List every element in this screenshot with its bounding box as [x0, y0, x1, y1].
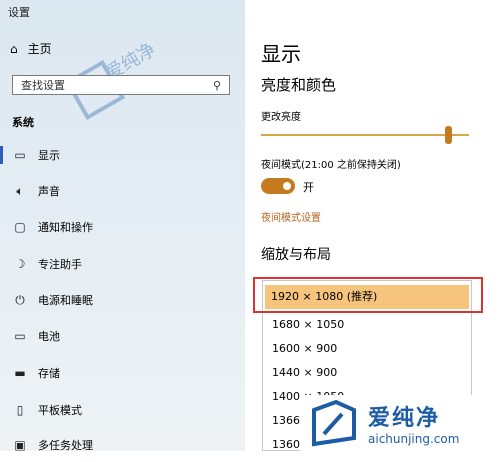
- sidebar-item-focus-assist[interactable]: ☽ 专注助手: [0, 247, 245, 281]
- watermark-logo-icon: [312, 399, 356, 447]
- home-icon: ⌂: [10, 41, 18, 56]
- brightness-slider-thumb[interactable]: [445, 126, 452, 144]
- sidebar-item-label: 电源和睡眠: [38, 294, 93, 307]
- search-icon: ⚲: [212, 78, 221, 92]
- notification-icon: ▢: [14, 220, 26, 234]
- tablet-icon: ▯: [16, 403, 24, 417]
- brightness-slider-track[interactable]: [261, 134, 469, 136]
- search-placeholder: 查找设置: [21, 79, 65, 92]
- window-title: 设置: [8, 6, 30, 19]
- sidebar-item-label: 通知和操作: [38, 221, 93, 234]
- sidebar-item-label: 显示: [38, 149, 60, 162]
- multitask-icon: ▣: [14, 438, 26, 452]
- section-heading-brightness: 亮度和颜色: [261, 76, 337, 94]
- sidebar-item-label: 存储: [38, 367, 60, 380]
- night-mode-toggle[interactable]: [261, 178, 295, 194]
- battery-icon: ▭: [14, 329, 26, 343]
- resolution-option[interactable]: 1680 × 1050: [263, 313, 471, 337]
- storage-icon: ▬: [14, 366, 26, 380]
- watermark-url: aichunjing.com: [368, 432, 460, 446]
- watermark-text: 爱纯净 aichunjing.com: [368, 400, 459, 446]
- speaker-icon: 🔈︎: [16, 183, 24, 198]
- moon-icon: ☽: [14, 257, 26, 271]
- sidebar: 设置 爱纯净 ⌂ 主页 查找设置 ⚲ 系统 ▭ 显示 🔈︎ 声音 ▢ 通知和操作…: [0, 0, 245, 452]
- sidebar-item-sound[interactable]: 🔈︎ 声音: [0, 174, 245, 208]
- sidebar-item-battery[interactable]: ▭ 电池: [0, 319, 245, 353]
- sidebar-item-tablet[interactable]: ▯ 平板模式: [0, 393, 245, 427]
- night-mode-label: 夜间模式(21:00 之前保持关闭): [261, 160, 401, 171]
- sidebar-item-label: 电池: [38, 330, 60, 343]
- sidebar-item-label: 专注助手: [38, 258, 82, 271]
- watermark-brand: 爱纯净: [368, 406, 441, 431]
- highlight-annotation-box: [253, 277, 483, 313]
- sidebar-item-power[interactable]: ⏻ 电源和睡眠: [0, 283, 245, 317]
- home-label: 主页: [27, 42, 52, 56]
- section-heading-scale: 缩放与布局: [261, 247, 331, 263]
- page-title: 显示: [261, 42, 301, 66]
- brightness-label: 更改亮度: [261, 112, 301, 123]
- sidebar-item-multitasking[interactable]: ▣ 多任务处理: [0, 428, 245, 462]
- sidebar-item-label: 平板模式: [38, 404, 82, 417]
- sidebar-item-display[interactable]: ▭ 显示: [0, 138, 245, 172]
- sidebar-item-storage[interactable]: ▬ 存储: [0, 356, 245, 390]
- sidebar-item-label: 声音: [38, 185, 60, 198]
- home-link[interactable]: ⌂ 主页: [10, 40, 52, 57]
- resolution-option[interactable]: 1600 × 900: [263, 337, 471, 361]
- monitor-icon: ▭: [14, 148, 26, 162]
- search-input[interactable]: 查找设置 ⚲: [12, 75, 230, 95]
- watermark: 爱纯净 aichunjing.com: [300, 395, 500, 451]
- sidebar-item-notifications[interactable]: ▢ 通知和操作: [0, 210, 245, 244]
- power-icon: ⏻: [15, 292, 25, 307]
- night-mode-settings-link[interactable]: 夜间模式设置: [261, 209, 321, 224]
- system-section-label: 系统: [12, 116, 34, 129]
- resolution-option[interactable]: 1440 × 900: [263, 361, 471, 385]
- night-mode-state: 开: [303, 181, 314, 194]
